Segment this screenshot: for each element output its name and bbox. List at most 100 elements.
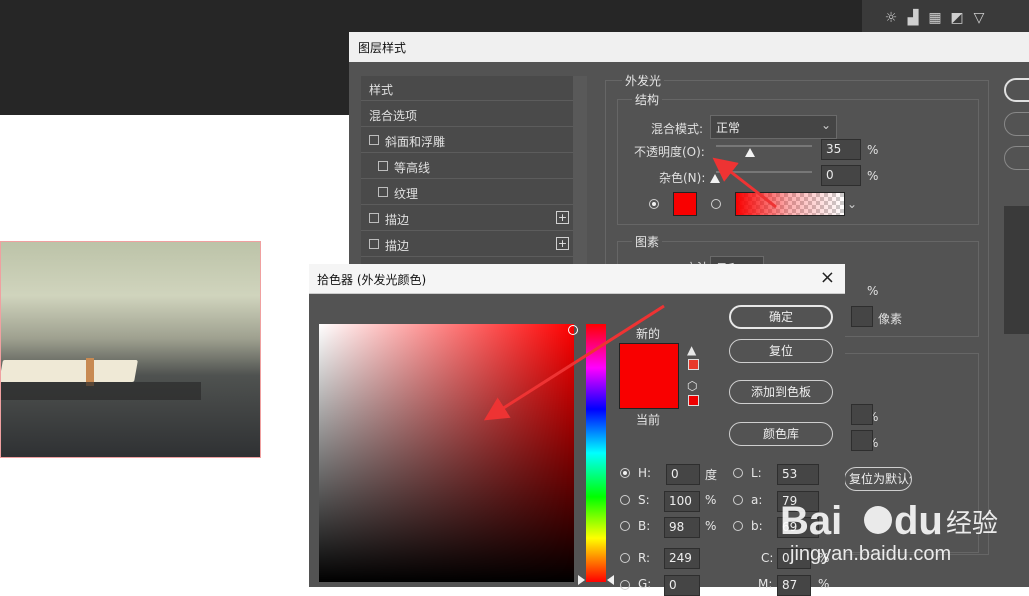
bevel-emboss-checkbox[interactable]	[369, 135, 379, 145]
color-libraries-button[interactable]: 颜色库	[729, 422, 833, 446]
photo-shadow	[1, 382, 201, 400]
style-item-label: 样式	[369, 83, 394, 97]
watermark-brand-2: du	[894, 499, 943, 543]
l-radio[interactable]	[733, 468, 743, 478]
g-field[interactable]: 0	[664, 575, 700, 596]
b-label: B:	[638, 519, 651, 533]
curves-icon[interactable]: ▦	[924, 10, 946, 26]
style-item-label: 描边	[385, 239, 410, 253]
layer-style-title-bar[interactable]: 图层样式	[349, 32, 1029, 62]
color-field-cursor[interactable]	[568, 325, 578, 335]
brightness-icon[interactable]: ☼	[880, 10, 902, 26]
styles-list: 样式 混合选项 斜面和浮雕 等高线 纹理 描边 + 描边 +	[361, 76, 573, 276]
noise-label: 杂色(N):	[659, 171, 706, 185]
solid-color-radio[interactable]	[649, 199, 659, 209]
b-radio[interactable]	[620, 521, 630, 531]
style-item-label: 描边	[385, 213, 410, 227]
color-picker-title: 拾色器 (外发光颜色)	[317, 273, 427, 287]
chevron-down-icon: ⌄	[820, 118, 831, 132]
gradient-dropdown-icon[interactable]: ⌄	[847, 197, 857, 211]
opacity-slider[interactable]	[716, 145, 812, 147]
blend-mode-label: 混合模式:	[651, 122, 704, 136]
hue-slider-right-arrow[interactable]	[607, 575, 614, 585]
current-color-label: 当前	[636, 413, 661, 427]
stroke-checkbox[interactable]	[369, 239, 379, 249]
blend-mode-select[interactable]: 正常 ⌄	[710, 115, 837, 139]
layer-style-title: 图层样式	[358, 41, 407, 55]
watermark-url: jingyan.baidu.com	[789, 543, 951, 565]
jitter-field[interactable]	[851, 430, 873, 451]
styles-scrollbar[interactable]	[573, 76, 587, 276]
h-label: H:	[638, 466, 652, 480]
r-label: R:	[638, 551, 651, 565]
pixels-label: 像素	[878, 312, 903, 326]
g-label: G:	[638, 577, 652, 591]
reset-default-button[interactable]: 复位为默认值	[844, 467, 912, 491]
s-unit: %	[705, 493, 717, 507]
cancel-button[interactable]	[1004, 112, 1029, 136]
gradient-radio[interactable]	[711, 199, 721, 209]
lab-b-radio[interactable]	[733, 521, 743, 531]
r-field[interactable]: 249	[664, 548, 700, 569]
glow-color-swatch[interactable]	[673, 192, 697, 216]
style-item-label: 斜面和浮雕	[385, 135, 446, 149]
color-picker-title-bar[interactable]: 拾色器 (外发光颜色) ×	[309, 264, 845, 294]
style-item-stroke-2[interactable]: 描边 +	[361, 232, 573, 257]
stroke-checkbox[interactable]	[369, 213, 379, 223]
opacity-slider-thumb[interactable]	[744, 148, 755, 157]
add-stroke-icon[interactable]: +	[556, 237, 569, 250]
style-item-bevel-emboss[interactable]: 斜面和浮雕	[361, 128, 573, 153]
r-radio[interactable]	[620, 553, 630, 563]
add-to-swatches-button[interactable]: 添加到色板	[729, 380, 833, 404]
watermark-brand: Bai	[780, 499, 842, 543]
elements-title: 图素	[632, 233, 663, 250]
picker-ok-button[interactable]: 确定	[729, 305, 833, 329]
vibrance-icon[interactable]: ▽	[968, 10, 990, 26]
l-label: L:	[751, 466, 762, 480]
noise-slider-thumb[interactable]	[710, 174, 720, 183]
new-style-button[interactable]	[1004, 146, 1029, 170]
hue-slider-left-arrow[interactable]	[578, 575, 585, 585]
range-field[interactable]	[851, 404, 873, 425]
style-item-texture[interactable]: 纹理	[361, 180, 573, 205]
noise-percent: %	[867, 169, 879, 183]
texture-checkbox[interactable]	[378, 187, 388, 197]
picker-reset-button[interactable]: 复位	[729, 339, 833, 363]
style-item-blending-options[interactable]: 混合选项	[361, 102, 573, 127]
h-field[interactable]: 0	[666, 464, 700, 485]
g-radio[interactable]	[620, 580, 630, 590]
b-unit: %	[705, 519, 717, 533]
hue-slider[interactable]	[586, 324, 606, 582]
style-preview	[1004, 206, 1029, 334]
h-radio[interactable]	[620, 468, 630, 478]
gamut-swatch[interactable]	[688, 359, 699, 370]
opacity-label: 不透明度(O):	[634, 145, 705, 159]
noise-field[interactable]: 0	[821, 165, 861, 186]
style-item-styles[interactable]: 样式	[361, 76, 573, 101]
web-safe-cube-icon: ⬡	[687, 379, 698, 393]
m-field[interactable]: 87	[777, 575, 811, 596]
contour-checkbox[interactable]	[378, 161, 388, 171]
s-field[interactable]: 100	[664, 491, 700, 512]
l-field[interactable]: 53	[777, 464, 819, 485]
style-item-label: 混合选项	[369, 109, 418, 123]
noise-slider[interactable]	[716, 171, 812, 173]
exposure-icon[interactable]: ◩	[946, 10, 968, 26]
add-stroke-icon[interactable]: +	[556, 211, 569, 224]
ok-button[interactable]	[1004, 78, 1029, 102]
opacity-field[interactable]: 35	[821, 139, 861, 160]
s-radio[interactable]	[620, 495, 630, 505]
style-item-contour[interactable]: 等高线	[361, 154, 573, 179]
gradient-swatch[interactable]	[735, 192, 845, 216]
current-color-swatch[interactable]	[619, 376, 679, 409]
paw-icon	[864, 506, 892, 534]
b-field[interactable]: 98	[664, 517, 700, 538]
a-radio[interactable]	[733, 495, 743, 505]
size-field[interactable]	[851, 306, 873, 327]
close-icon[interactable]: ×	[820, 267, 835, 288]
saturation-brightness-field[interactable]	[319, 324, 574, 582]
web-safe-swatch[interactable]	[688, 395, 699, 406]
style-item-stroke-1[interactable]: 描边 +	[361, 206, 573, 231]
outer-glow-title: 外发光	[622, 72, 665, 89]
levels-icon[interactable]: ▟	[902, 10, 924, 26]
